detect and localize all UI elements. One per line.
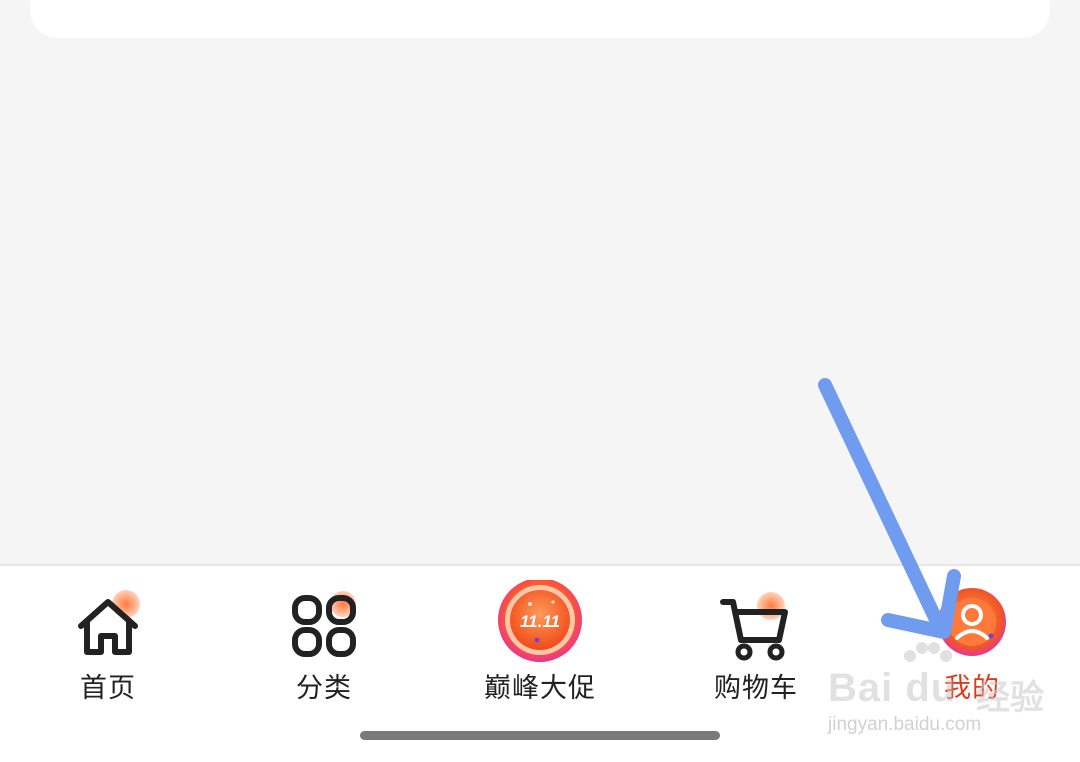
promo-1111-badge-icon: 11.11 xyxy=(498,580,582,662)
tab-category[interactable]: 分类 xyxy=(216,566,432,716)
app-screen: 首页 分类 11.11 巅峰大促 购物车 我的 Bai du 经验 jingya… xyxy=(0,0,1080,762)
home-icon xyxy=(78,590,140,655)
category-grid-icon xyxy=(292,591,356,657)
tab-promo[interactable]: 11.11 巅峰大促 xyxy=(432,566,648,716)
tab-cart[interactable]: 购物车 xyxy=(648,566,864,716)
content-card xyxy=(30,0,1050,38)
tab-promo-label: 巅峰大促 xyxy=(484,673,596,704)
home-indicator-bar[interactable] xyxy=(360,731,720,740)
tab-cart-label: 购物车 xyxy=(714,673,798,704)
tab-mine[interactable]: 我的 xyxy=(864,566,1080,716)
tab-category-label: 分类 xyxy=(296,673,352,704)
tab-mine-label: 我的 xyxy=(944,673,1000,704)
tab-home[interactable]: 首页 xyxy=(0,566,216,716)
cart-icon xyxy=(720,592,788,661)
tab-home-label: 首页 xyxy=(80,673,136,704)
promo-badge-text: 11.11 xyxy=(520,612,560,631)
profile-icon xyxy=(938,588,1006,656)
